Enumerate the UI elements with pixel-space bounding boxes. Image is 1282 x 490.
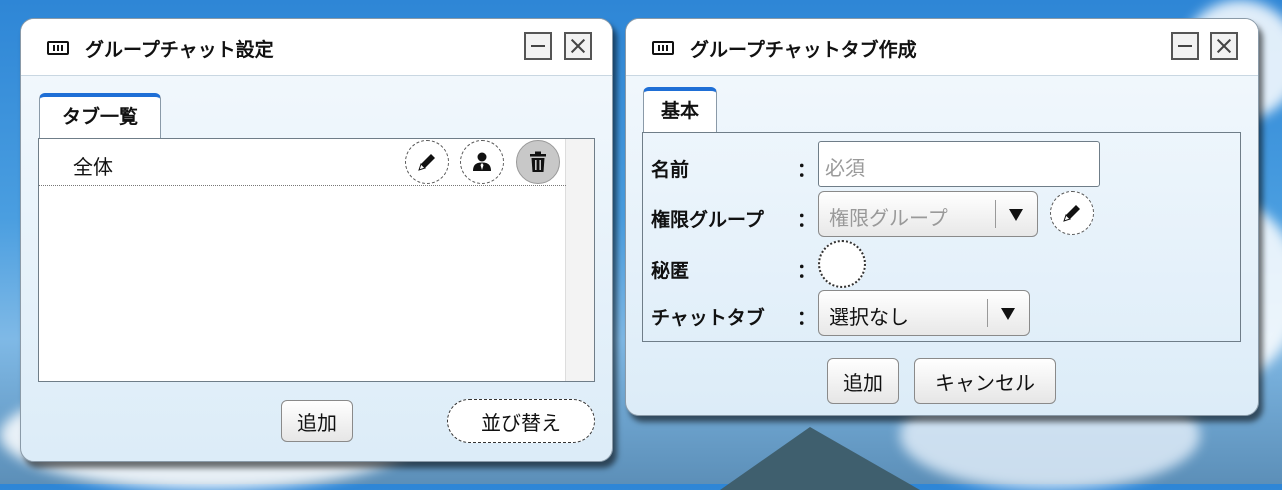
list-item-name: 全体 [73, 155, 113, 179]
person-icon [473, 152, 491, 171]
edit-permission-button[interactable] [1050, 191, 1094, 235]
permission-group-label: 権限グループ [651, 209, 764, 231]
pencil-icon [1063, 205, 1080, 222]
keyboard-icon [47, 41, 69, 55]
edit-button[interactable] [405, 140, 449, 184]
colon: ： [797, 209, 817, 231]
titlebar[interactable]: グループチャット設定 [21, 19, 612, 76]
window-title: グループチャット設定 [85, 39, 274, 61]
sort-button[interactable]: 並び替え [447, 399, 595, 443]
tab-list-panel: 全体 [38, 138, 595, 382]
add-button[interactable]: 追加 [281, 400, 353, 442]
close-button[interactable] [564, 32, 592, 60]
tab-list[interactable]: タブ一覧 [39, 93, 161, 139]
background-mountain [720, 427, 920, 490]
colon: ： [797, 159, 817, 181]
select-value: 権限グループ [829, 206, 948, 230]
secret-label: 秘匿 [651, 260, 690, 282]
select-value: 選択なし [829, 305, 909, 329]
window-title: グループチャットタブ作成 [690, 39, 917, 61]
group-chat-settings-window: グループチャット設定 タブ一覧 全体 追加 並び替え [20, 18, 613, 462]
colon: ： [797, 260, 817, 282]
cancel-button[interactable]: キャンセル [914, 358, 1056, 404]
chat-tab-select[interactable]: 選択なし [818, 290, 1030, 336]
create-chat-tab-window: グループチャットタブ作成 基本 名前 ： 必須 権限グループ ： 権限グループ … [625, 18, 1259, 416]
chevron-down-icon [1009, 209, 1023, 221]
keyboard-icon [652, 41, 674, 55]
add-button[interactable]: 追加 [827, 358, 899, 404]
list-item[interactable]: 全体 [39, 139, 566, 186]
delete-button[interactable] [516, 140, 560, 184]
titlebar[interactable]: グループチャットタブ作成 [626, 19, 1258, 76]
name-label: 名前 [651, 159, 690, 181]
name-input[interactable]: 必須 [818, 141, 1100, 187]
tab-label: タブ一覧 [61, 106, 138, 128]
close-button[interactable] [1210, 32, 1238, 60]
permission-group-select[interactable]: 権限グループ [818, 191, 1038, 237]
minimize-button[interactable] [1171, 32, 1199, 60]
secret-toggle[interactable] [818, 240, 866, 288]
form-panel: 名前 ： 必須 権限グループ ： 権限グループ 秘匿 ： チャットタブ ： 選択… [642, 132, 1241, 342]
chat-tab-label: チャットタブ [651, 307, 765, 329]
colon: ： [797, 307, 817, 329]
pencil-icon [418, 154, 435, 171]
tab-basic[interactable]: 基本 [643, 87, 717, 133]
tab-label: 基本 [660, 100, 699, 122]
chevron-down-icon [1001, 308, 1015, 320]
scrollbar[interactable] [565, 139, 594, 381]
trash-icon [530, 151, 546, 172]
minimize-button[interactable] [524, 32, 552, 60]
permission-button[interactable] [460, 140, 504, 184]
